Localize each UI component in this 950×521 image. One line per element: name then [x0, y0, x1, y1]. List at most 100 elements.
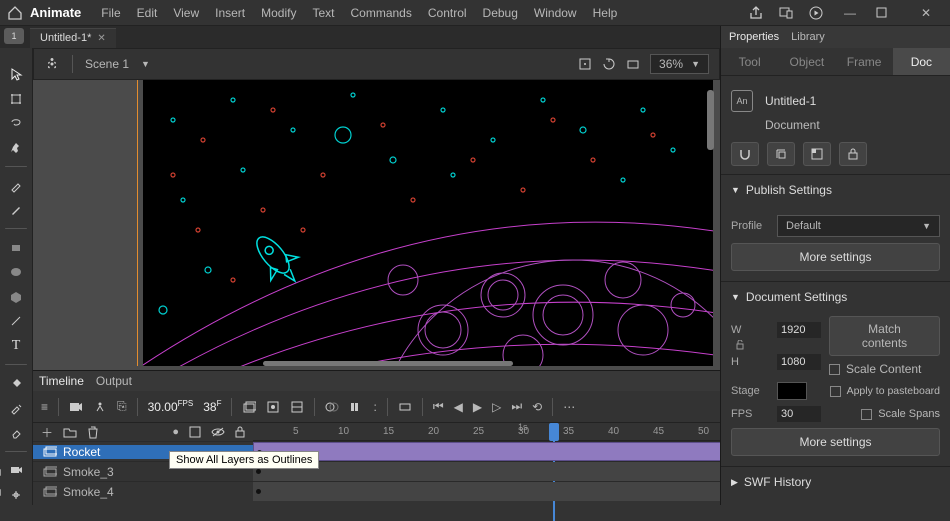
width-input[interactable]: 1920	[777, 322, 821, 338]
insert-keyframe-icon[interactable]	[266, 400, 280, 414]
height-input[interactable]: 1080	[777, 354, 821, 370]
menu-modify[interactable]: Modify	[253, 6, 304, 20]
menu-commands[interactable]: Commands	[343, 6, 420, 20]
new-folder-icon[interactable]	[63, 426, 77, 438]
frame-area[interactable]	[253, 482, 720, 501]
outline-toggle-header-icon[interactable]	[189, 426, 201, 438]
tab-timeline[interactable]: Timeline	[39, 374, 84, 388]
scale-content-check[interactable]	[829, 364, 840, 375]
frame-area[interactable]	[253, 442, 720, 461]
lock-icon[interactable]	[839, 142, 867, 166]
tween-span[interactable]	[253, 442, 748, 461]
devices-icon[interactable]	[778, 5, 794, 21]
scene-label[interactable]: Scene 1	[85, 57, 129, 71]
menu-debug[interactable]: Debug	[475, 6, 526, 20]
menu-text[interactable]: Text	[304, 6, 342, 20]
home-icon[interactable]	[4, 5, 26, 21]
marker-icon[interactable]: :	[373, 400, 376, 414]
swf-history-header[interactable]: ▶ SWF History	[721, 466, 950, 497]
menu-window[interactable]: Window	[526, 6, 585, 20]
share-icon[interactable]	[748, 5, 764, 21]
highlight-layer-icon[interactable]: ●	[172, 426, 179, 438]
lock-icon[interactable]	[0, 489, 1, 496]
left-badge[interactable]: 1	[4, 28, 24, 44]
camera-tool[interactable]	[2, 460, 30, 481]
first-frame-icon[interactable]: ⏮	[433, 399, 444, 414]
stage[interactable]	[33, 80, 720, 370]
center-stage-icon[interactable]	[578, 57, 592, 71]
chevron-down-icon[interactable]: ▼	[141, 59, 150, 69]
timeline-options-icon[interactable]: ⋯	[563, 400, 575, 414]
layer-row[interactable]: Smoke_3	[33, 461, 720, 481]
profile-select[interactable]: Default ▼	[777, 215, 940, 237]
play-icon[interactable]: ▶	[473, 400, 482, 414]
pencil-tool[interactable]	[2, 200, 30, 221]
line-tool[interactable]	[2, 311, 30, 332]
attach-icon[interactable]: ⎘	[117, 399, 127, 414]
visibility-header-icon[interactable]	[211, 427, 225, 437]
loop-icon[interactable]: ⟲	[532, 400, 542, 414]
subtab-object[interactable]: Object	[778, 48, 835, 75]
tab-close-icon[interactable]: ✕	[97, 33, 105, 44]
stage-color-swatch[interactable]	[777, 382, 807, 400]
publish-more-button[interactable]: More settings	[731, 243, 940, 271]
menu-control[interactable]: Control	[420, 6, 475, 20]
delete-layer-icon[interactable]	[87, 425, 99, 439]
apply-pasteboard-check[interactable]	[830, 386, 841, 397]
publish-settings-header[interactable]: ▼ Publish Settings	[721, 174, 950, 205]
chevron-down-icon[interactable]: ▼	[691, 59, 700, 69]
subtab-tool[interactable]: Tool	[721, 48, 778, 75]
zoom-level[interactable]: 36% ▼	[650, 54, 709, 74]
eyedropper-tool[interactable]	[2, 398, 30, 419]
canvas[interactable]	[143, 80, 713, 366]
tab-properties[interactable]: Properties	[729, 31, 779, 43]
timeline-ruler[interactable]: 510152025303540455055 1s	[253, 423, 720, 441]
keys-icon[interactable]: ≡	[41, 400, 48, 414]
horizontal-scrollbar[interactable]	[263, 361, 513, 366]
polygon-tool[interactable]	[2, 286, 30, 307]
lasso-tool[interactable]	[2, 113, 30, 134]
menu-edit[interactable]: Edit	[129, 6, 166, 20]
paint-bucket-tool[interactable]	[2, 373, 30, 394]
brush-tool[interactable]	[2, 175, 30, 196]
menu-insert[interactable]: Insert	[207, 6, 253, 20]
insert-frame-icon[interactable]	[242, 400, 256, 414]
lock-icon[interactable]	[0, 469, 1, 476]
rectangle-tool[interactable]	[2, 237, 30, 258]
frame-area[interactable]	[253, 462, 720, 481]
playhead[interactable]	[549, 423, 559, 441]
match-contents-button[interactable]: Match contents	[829, 316, 940, 356]
maximize-button[interactable]	[876, 7, 900, 18]
play-icon[interactable]	[808, 5, 824, 21]
vertical-scrollbar[interactable]	[707, 90, 714, 290]
selection-tool[interactable]	[2, 64, 30, 85]
properties-icon[interactable]	[290, 400, 304, 414]
scene-icon[interactable]	[44, 56, 60, 72]
free-transform-tool[interactable]	[2, 89, 30, 110]
last-frame-icon[interactable]: ⏭	[511, 399, 522, 414]
guides-icon[interactable]	[803, 142, 831, 166]
tab-library[interactable]: Library	[791, 31, 825, 43]
layer-row[interactable]: Rocket	[33, 441, 720, 461]
eraser-tool[interactable]	[2, 422, 30, 443]
next-frame-icon[interactable]: ▷	[492, 400, 501, 414]
fps-input[interactable]: 30	[777, 406, 821, 422]
edit-multiple-icon[interactable]	[349, 401, 363, 413]
layer-depth-icon[interactable]	[93, 400, 107, 414]
tween-icon[interactable]	[398, 401, 412, 413]
bone-tool[interactable]	[2, 484, 30, 505]
menu-view[interactable]: View	[165, 6, 207, 20]
align-icon[interactable]	[767, 142, 795, 166]
layer-row[interactable]: Smoke_4	[33, 481, 720, 501]
pin-tool[interactable]	[2, 138, 30, 159]
subtab-frame[interactable]: Frame	[836, 48, 893, 75]
frame-value[interactable]: 38	[203, 400, 216, 414]
menu-help[interactable]: Help	[585, 6, 626, 20]
add-layer-icon[interactable]: ＋	[41, 424, 53, 441]
text-tool[interactable]: T	[2, 336, 30, 357]
menu-file[interactable]: File	[93, 6, 128, 20]
link-wh-icon[interactable]	[735, 340, 745, 352]
prev-frame-icon[interactable]: ◀	[454, 400, 463, 414]
layer-cell[interactable]: Smoke_4	[33, 485, 253, 499]
document-tab[interactable]: Untitled-1* ✕	[30, 28, 116, 48]
